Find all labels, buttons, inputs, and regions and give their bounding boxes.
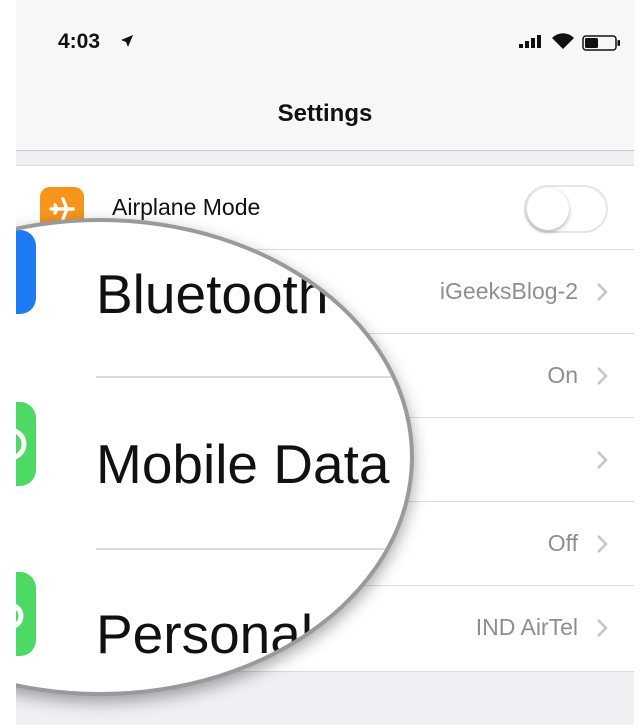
magnified-mobile-data-label: Mobile Data xyxy=(96,433,390,495)
magnified-personal-label: Personal I xyxy=(96,603,344,665)
chevron-right-icon xyxy=(597,367,608,385)
bluetooth-icon xyxy=(16,230,36,314)
cellular-signal-icon xyxy=(519,35,541,48)
status-bar: 4:03 xyxy=(16,0,634,86)
wifi-icon xyxy=(552,33,574,49)
row-value-on: On xyxy=(547,362,578,388)
magnified-bluetooth-label: Bluetooth xyxy=(96,263,329,325)
battery-icon xyxy=(582,35,620,51)
chevron-right-icon xyxy=(597,535,608,553)
magnified-separator xyxy=(96,376,410,378)
carrier-value: IND AirTel xyxy=(475,614,578,640)
toggle-knob xyxy=(527,188,569,230)
bluetooth-value: iGeeksBlog-2 xyxy=(439,278,578,304)
magnified-separator xyxy=(96,548,410,550)
airplane-mode-label: Airplane Mode xyxy=(112,194,261,220)
page-title: Settings xyxy=(277,100,373,127)
airplane-mode-toggle[interactable] xyxy=(524,185,608,233)
status-time: 4:03 xyxy=(58,30,101,53)
mobile-data-icon xyxy=(16,402,36,486)
personal-hotspot-icon xyxy=(16,572,36,656)
nav-bar: Settings xyxy=(16,86,634,151)
chevron-right-icon xyxy=(597,451,608,469)
location-arrow-icon xyxy=(121,35,133,47)
settings-screen: 4:03 Settings Airplane Mode iGeeksBlog-2… xyxy=(16,0,634,725)
chevron-right-icon xyxy=(597,283,608,301)
row-value-off: Off xyxy=(547,530,578,556)
chevron-right-icon xyxy=(597,619,608,637)
